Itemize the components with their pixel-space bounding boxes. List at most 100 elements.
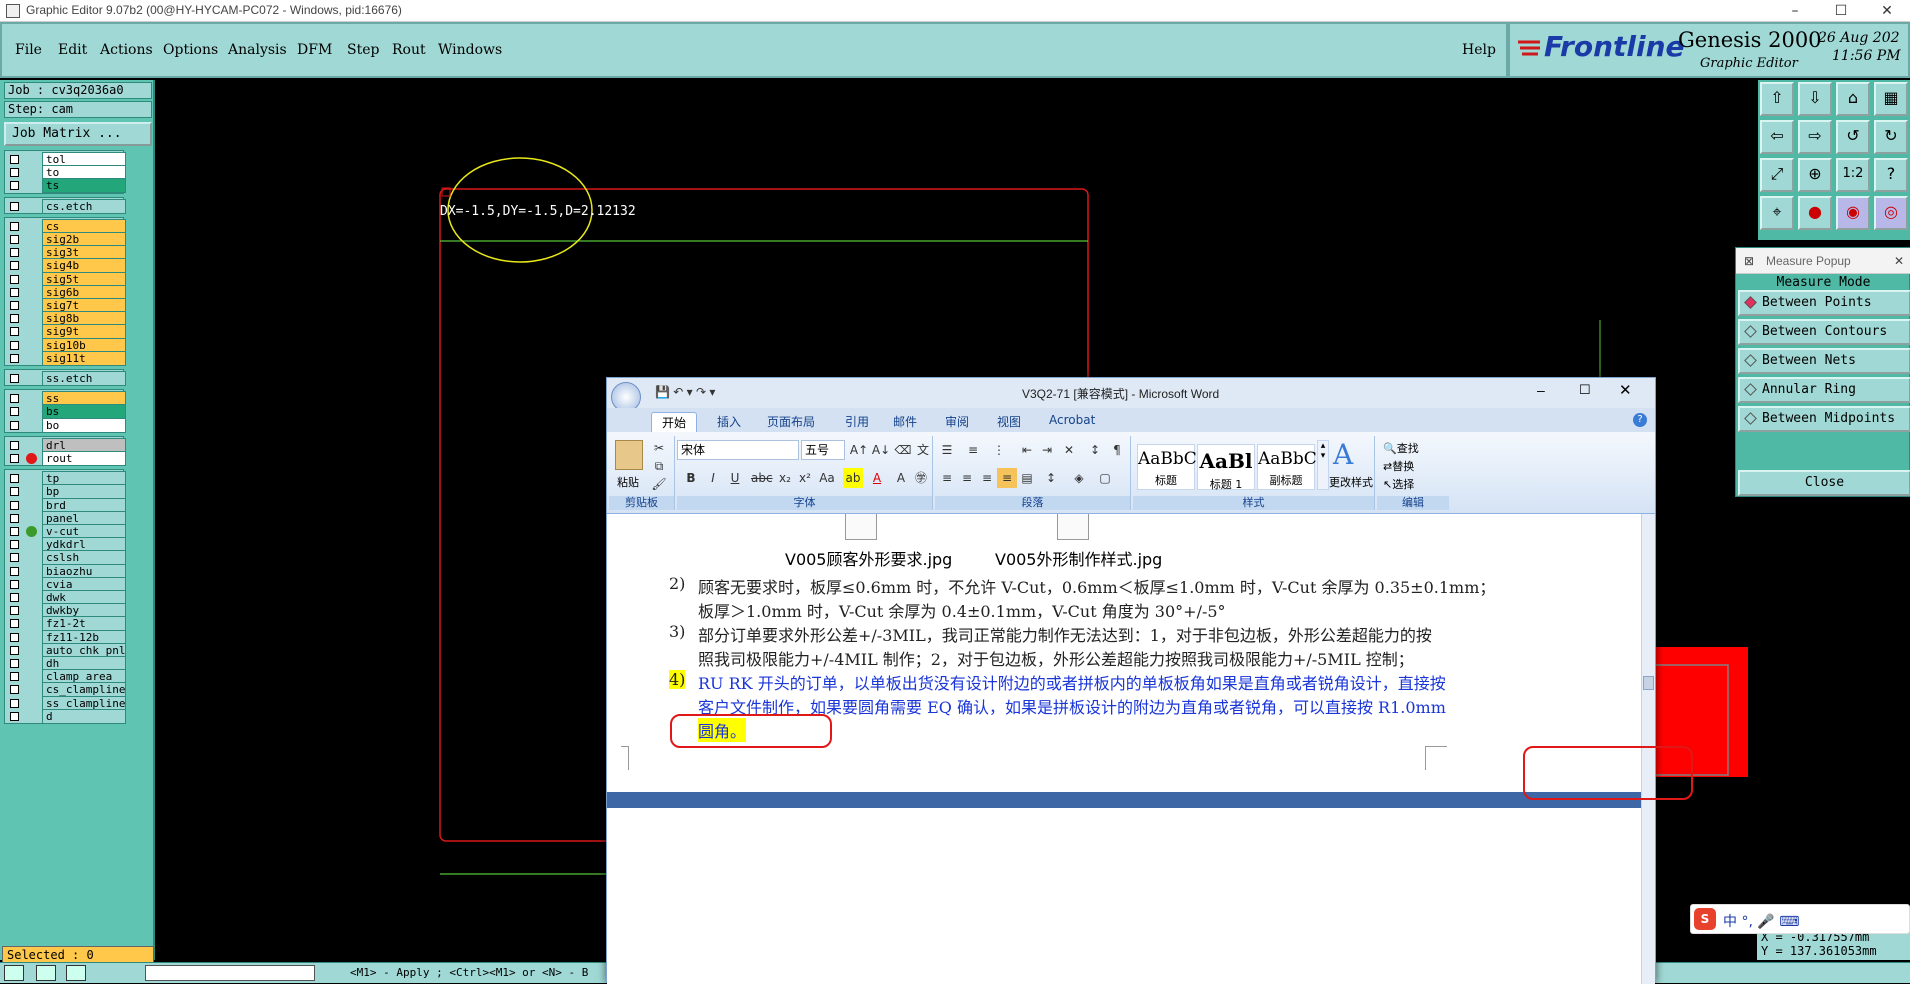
layer-checkbox[interactable]	[10, 301, 19, 310]
layer-row-rout[interactable]: rout	[6, 451, 126, 466]
strikethrough-icon[interactable]: abc	[751, 468, 773, 488]
layer-checkbox[interactable]	[10, 274, 19, 284]
layer-name[interactable]: ss.etch	[42, 371, 126, 386]
tool-home-down-icon[interactable]: ⇩	[1798, 82, 1832, 116]
menu-dfm[interactable]: DFM	[297, 42, 332, 58]
borders-icon[interactable]: ▢	[1095, 468, 1115, 488]
layer-row-sig11t[interactable]: sig11t	[6, 350, 126, 366]
layer-checkbox[interactable]	[10, 394, 19, 404]
layer-checkbox[interactable]	[10, 672, 19, 682]
layer-checkbox[interactable]	[10, 420, 19, 430]
layer-checkbox[interactable]	[10, 155, 19, 164]
style-subtitle[interactable]: AaBbC 副标题	[1257, 444, 1317, 490]
layer-checkbox[interactable]	[10, 645, 19, 655]
tool-zoom-icon[interactable]: ⊕	[1798, 158, 1832, 192]
layer-checkbox[interactable]	[10, 606, 19, 616]
style-title[interactable]: AaBbC 标题	[1137, 444, 1197, 490]
asian-layout-icon[interactable]: ✕	[1059, 440, 1079, 460]
layer-checkbox[interactable]	[10, 181, 19, 191]
char-shading-icon[interactable]: A	[891, 468, 911, 488]
mode-between-midpoints[interactable]: Between Midpoints	[1738, 406, 1910, 432]
bullets-icon[interactable]: ☰	[937, 440, 957, 460]
show-marks-icon[interactable]: ¶	[1107, 440, 1127, 460]
menu-analysis[interactable]: Analysis	[228, 42, 287, 58]
popup-close-icon[interactable]: ✕	[1894, 248, 1904, 274]
tool-home-up-icon[interactable]: ⇧	[1760, 82, 1794, 116]
word-maximize-icon[interactable]: ☐	[1579, 382, 1591, 398]
layer-checkbox[interactable]	[10, 711, 19, 721]
document-area[interactable]: V005顾客外形要求.jpg V005外形制作样式.jpg 2) 顾客无要求时，…	[607, 514, 1641, 984]
layer-checkbox[interactable]	[10, 407, 19, 417]
layer-checkbox[interactable]	[10, 698, 19, 708]
layer-checkbox[interactable]	[10, 579, 19, 589]
layer-checkbox[interactable]	[10, 500, 19, 510]
maximize-icon[interactable]: ☐	[1818, 0, 1864, 22]
shading-icon[interactable]: ◈	[1069, 468, 1089, 488]
command-input[interactable]	[145, 965, 315, 981]
tab-home[interactable]: 开始	[651, 412, 698, 432]
layer-checkbox[interactable]	[10, 454, 19, 463]
layer-checkbox[interactable]	[10, 540, 19, 550]
minimize-icon[interactable]: –	[1772, 0, 1818, 22]
align-center-icon[interactable]: ≡	[957, 468, 977, 488]
word-titlebar[interactable]: 💾 ↶ ▾ ↷ ▾ V3Q2-71 [兼容模式] - Microsoft Wor…	[607, 378, 1655, 412]
word-close-icon[interactable]: ✕	[1619, 381, 1632, 399]
layer-checkbox[interactable]	[10, 314, 19, 324]
status-check-icon[interactable]	[36, 965, 56, 981]
layer-row-bo[interactable]: bo	[6, 417, 126, 433]
layer-checkbox[interactable]	[10, 593, 19, 602]
shrink-font-icon[interactable]: A↓	[871, 440, 891, 460]
layer-row-cs.etch[interactable]: cs.etch	[6, 198, 126, 214]
find-button[interactable]: 🔍查找	[1383, 440, 1419, 456]
decrease-indent-icon[interactable]: ⇤	[1017, 440, 1037, 460]
tab-view[interactable]: 视图	[987, 412, 1031, 431]
increase-indent-icon[interactable]: ⇥	[1037, 440, 1057, 460]
layer-checkbox[interactable]	[10, 487, 19, 497]
styles-scroll-icon[interactable]: ▴ ▾	[1317, 440, 1329, 490]
layer-checkbox[interactable]	[10, 201, 19, 211]
menu-step[interactable]: Step	[347, 42, 379, 58]
line-spacing-icon[interactable]: ↕	[1041, 468, 1061, 488]
tool-house-icon[interactable]: ⌂	[1836, 82, 1870, 116]
layer-name[interactable]: rout	[42, 451, 126, 466]
menu-actions[interactable]: Actions	[100, 42, 153, 58]
layer-checkbox[interactable]	[10, 248, 19, 258]
status-tool-icon[interactable]	[4, 965, 24, 981]
tool-help-icon[interactable]: ?	[1874, 158, 1908, 192]
menu-file[interactable]: File	[15, 42, 42, 58]
change-styles-label[interactable]: 更改样式	[1329, 474, 1373, 490]
align-left-icon[interactable]: ≡	[937, 468, 957, 488]
word-help-icon[interactable]: ?	[1633, 413, 1647, 427]
layer-checkbox[interactable]	[10, 553, 19, 563]
tool-snap-icon[interactable]: ◎	[1874, 196, 1908, 230]
replace-button[interactable]: ⇄替换	[1383, 458, 1414, 474]
menu-rout[interactable]: Rout	[392, 42, 426, 58]
phonetic-icon[interactable]: 文	[913, 440, 933, 460]
bold-icon[interactable]: B	[681, 468, 701, 488]
layer-checkbox[interactable]	[10, 440, 19, 450]
layer-row-d[interactable]: d	[6, 708, 126, 724]
layer-checkbox[interactable]	[10, 527, 19, 536]
layer-checkbox[interactable]	[10, 327, 19, 337]
tool-zoom-fit-icon[interactable]: ⤢	[1760, 158, 1794, 192]
tab-review[interactable]: 审阅	[935, 412, 979, 431]
multilevel-icon[interactable]: ⋮	[989, 440, 1009, 460]
tool-scale-icon[interactable]: 1:2	[1836, 158, 1870, 192]
mode-between-nets[interactable]: Between Nets	[1738, 348, 1910, 374]
layer-checkbox[interactable]	[10, 340, 19, 350]
cut-icon[interactable]: ✂	[649, 438, 669, 458]
clear-format-icon[interactable]: ⌫	[893, 440, 913, 460]
menu-options[interactable]: Options	[163, 42, 218, 58]
layer-checkbox[interactable]	[10, 474, 19, 484]
layer-checkbox[interactable]	[10, 221, 19, 231]
highlight-icon[interactable]: ab	[843, 468, 863, 488]
scroll-thumb[interactable]	[1643, 676, 1654, 690]
layer-row-ts[interactable]: ts	[6, 178, 126, 194]
tab-mailings[interactable]: 邮件	[883, 412, 927, 431]
font-size-select[interactable]: 五号	[801, 440, 845, 460]
ime-toolbar[interactable]: S 中 °, 🎤 ⌨	[1690, 904, 1910, 934]
font-color-icon[interactable]: A	[867, 468, 887, 488]
layer-checkbox[interactable]	[10, 659, 19, 668]
tool-pan-right-icon[interactable]: ⇨	[1798, 120, 1832, 154]
tool-undo-view-icon[interactable]: ↺	[1836, 120, 1870, 154]
